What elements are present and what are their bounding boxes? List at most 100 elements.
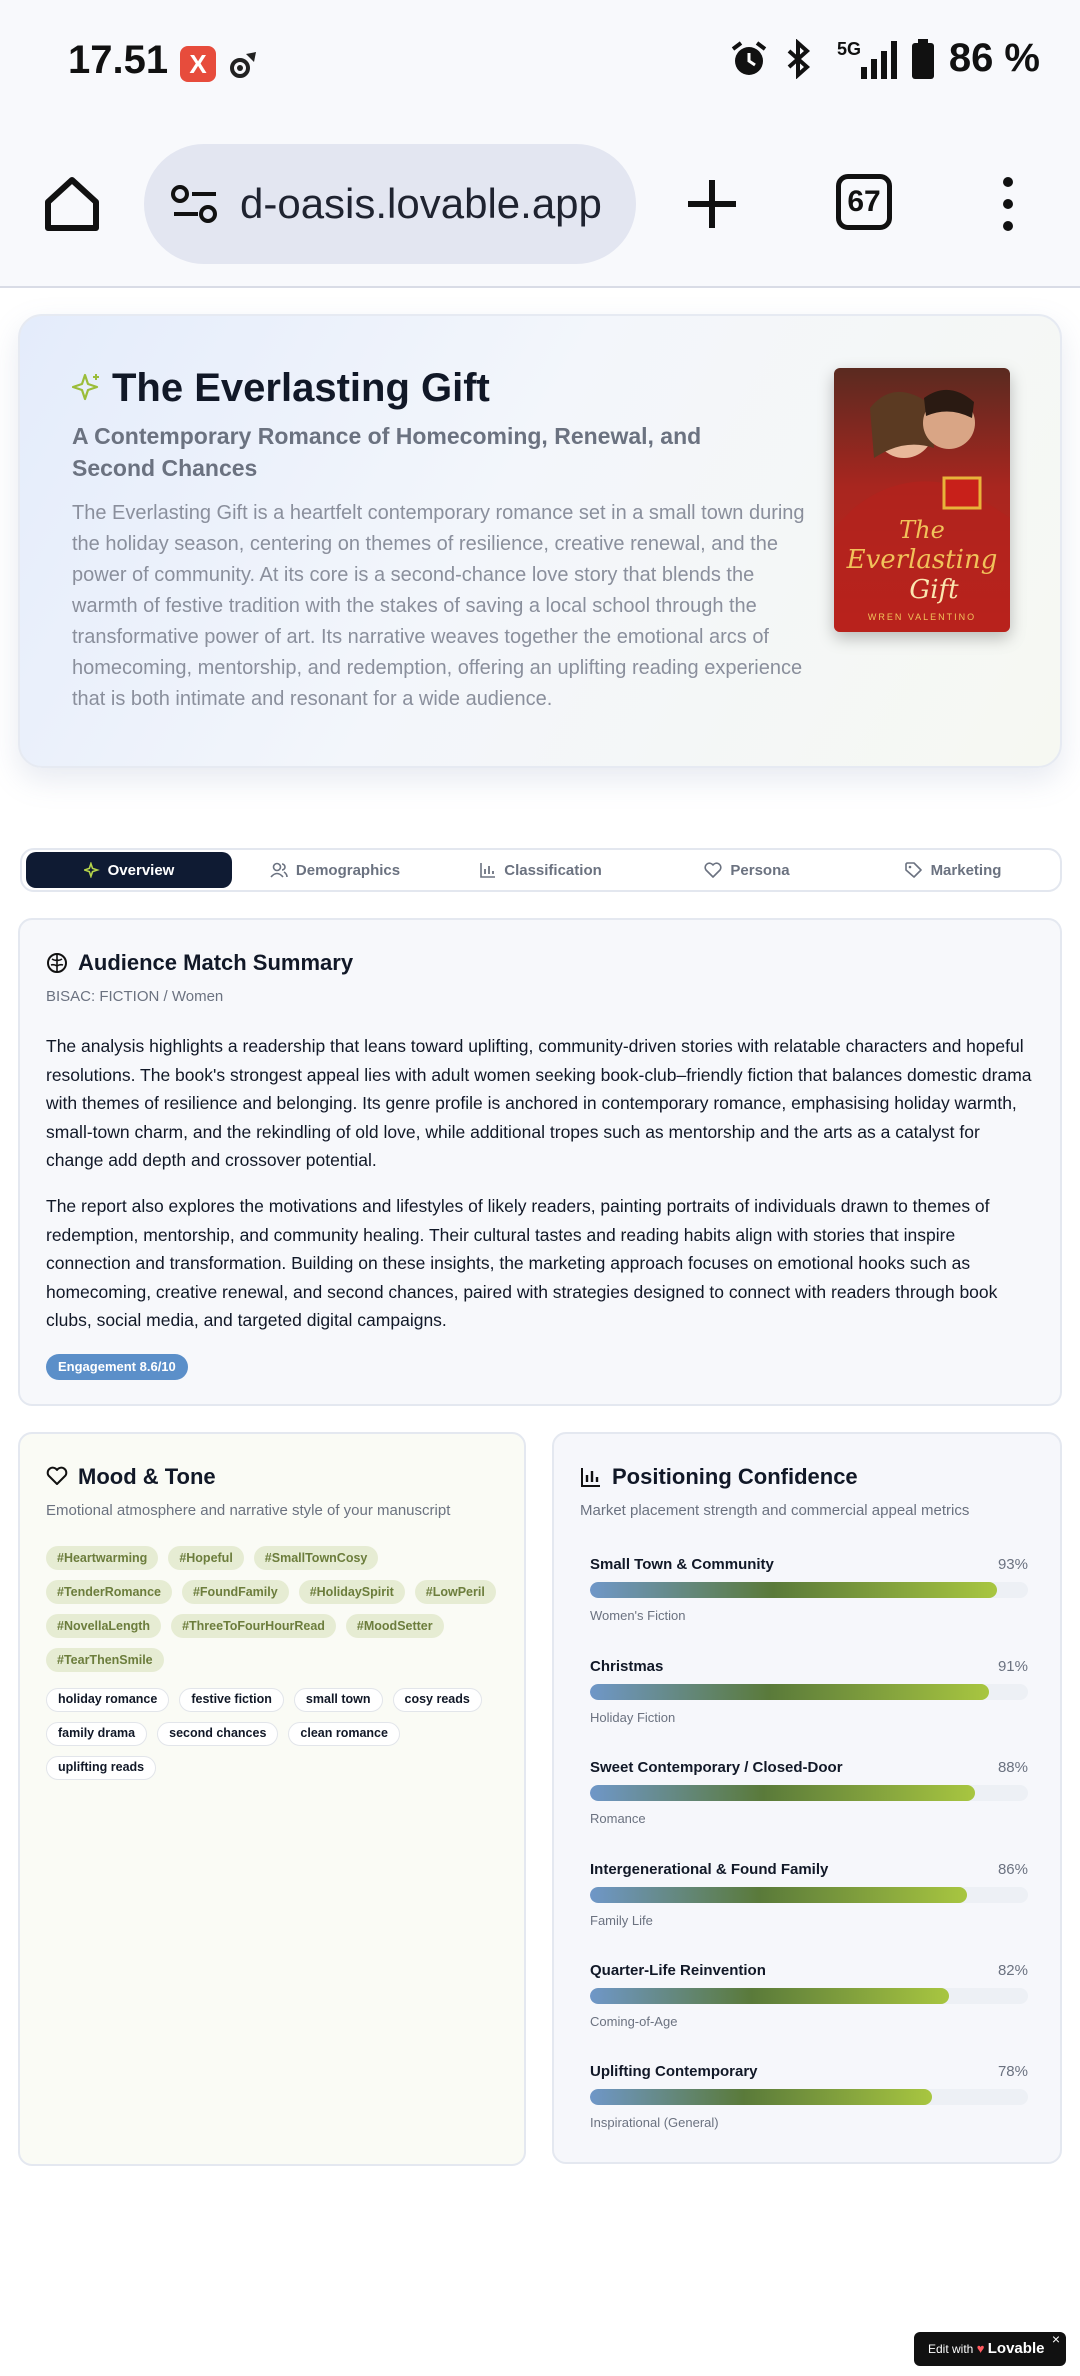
status-bar: 17.51 X 5G 86 % <box>0 0 1080 128</box>
tab-classification[interactable]: Classification <box>438 852 644 888</box>
tab-persona[interactable]: Persona <box>644 852 850 888</box>
new-tab-icon[interactable] <box>686 178 738 230</box>
hashtag: #Heartwarming <box>46 1546 159 1570</box>
positioning-title: Positioning Confidence <box>612 1464 858 1489</box>
book-subtitle: A Contemporary Romance of Homecoming, Re… <box>72 423 702 481</box>
progress-track <box>590 1684 1028 1700</box>
bar-chart-icon <box>581 1468 600 1487</box>
home-icon[interactable] <box>40 172 104 236</box>
site-settings-icon[interactable] <box>170 184 220 224</box>
hashtag: #TearThenSmile <box>46 1648 164 1672</box>
keyword-tag: clean romance <box>288 1722 400 1746</box>
tab-label: Marketing <box>930 861 1002 879</box>
positioning-category: Romance <box>590 1811 646 1826</box>
tab-marketing[interactable]: Marketing <box>850 852 1056 888</box>
progress-fill <box>590 1684 989 1700</box>
heart-icon <box>46 1466 68 1485</box>
alarm-icon <box>731 40 767 75</box>
progress-track <box>590 2089 1028 2105</box>
tag-icon <box>904 862 922 878</box>
url-text[interactable]: d-oasis.lovable.app <box>240 180 620 228</box>
keyword-tag: second chances <box>157 1722 279 1746</box>
svg-text:WREN VALENTINO: WREN VALENTINO <box>868 612 976 622</box>
positioning-item: Small Town & Community 93% Women's Ficti… <box>590 1556 1028 1623</box>
book-description: The Everlasting Gift is a heartfelt cont… <box>72 502 805 710</box>
positioning-percent: 82% <box>997 1962 1028 1979</box>
svg-text:Gift: Gift <box>909 575 959 605</box>
positioning-category: Family Life <box>590 1913 653 1928</box>
positioning-label: Sweet Contemporary / Closed-Door <box>590 1759 843 1776</box>
positioning-confidence-card: Positioning Confidence Market placement … <box>552 1432 1062 2164</box>
progress-track <box>590 1887 1028 1903</box>
progress-fill <box>590 1988 950 2004</box>
positioning-item: Intergenerational & Found Family 86% Fam… <box>590 1861 1028 1928</box>
x-app-icon: X <box>180 46 216 82</box>
battery-icon <box>911 38 934 79</box>
positioning-category: Holiday Fiction <box>590 1710 676 1725</box>
positioning-item: Quarter-Life Reinvention 82% Coming-of-A… <box>590 1962 1028 2029</box>
audience-summary-card: Audience Match Summary BISAC: FICTION / … <box>18 918 1062 1406</box>
positioning-percent: 93% <box>997 1556 1028 1573</box>
status-right: 5G 86 % <box>729 36 1040 81</box>
hashtag: #MoodSetter <box>345 1614 444 1638</box>
url-bar[interactable]: d-oasis.lovable.app <box>144 144 636 264</box>
progress-track <box>590 1988 1028 2004</box>
positioning-item: Uplifting Contemporary 78% Inspirational… <box>590 2063 1028 2130</box>
more-menu-icon[interactable] <box>996 176 1020 232</box>
positioning-category: Coming-of-Age <box>590 2014 678 2029</box>
heart-logo-icon: ♥ <box>976 2341 985 2356</box>
mood-subtitle: Emotional atmosphere and narrative style… <box>46 1502 451 1519</box>
progress-fill <box>590 1887 967 1903</box>
book-cover-image: The Everlasting Gift WREN VALENTINO <box>834 368 1010 632</box>
hashtag: #TenderRomance <box>46 1580 172 1604</box>
positioning-percent: 88% <box>997 1759 1028 1776</box>
status-time: 17.51 <box>68 38 169 82</box>
hashtag: #LowPeril <box>414 1580 496 1604</box>
sparkle-icon <box>83 862 100 878</box>
signal-5g-icon: 5G <box>837 39 897 79</box>
hashtag: #FoundFamily <box>181 1580 289 1604</box>
engagement-badge: Engagement 8.6/10 <box>46 1354 188 1380</box>
positioning-percent: 78% <box>997 2063 1028 2080</box>
progress-fill <box>590 2089 932 2105</box>
bar-chart-icon <box>480 863 496 878</box>
positioning-percent: 86% <box>997 1861 1028 1878</box>
hashtag: #SmallTownCosy <box>253 1546 379 1570</box>
positioning-label: Christmas <box>590 1658 664 1675</box>
tab-switcher-button[interactable]: 67 <box>836 174 892 230</box>
progress-track <box>590 1582 1028 1598</box>
keyword-list: holiday romance festive fiction small to… <box>46 1688 506 1780</box>
positioning-category: Inspirational (General) <box>590 2115 719 2130</box>
positioning-item: Christmas 91% Holiday Fiction <box>590 1658 1028 1725</box>
tab-label: Demographics <box>295 861 401 879</box>
edit-with-lovable-badge[interactable]: Edit with ♥ Lovable × <box>914 2331 1066 2366</box>
summary-paragraph-1: The analysis highlights a readership tha… <box>46 1036 1032 1170</box>
keyword-tag: family drama <box>46 1722 148 1746</box>
keyword-tag: uplifting reads <box>46 1756 157 1780</box>
bluetooth-icon <box>787 38 810 79</box>
brain-icon <box>47 953 67 973</box>
summary-title: Audience Match Summary <box>78 950 354 975</box>
positioning-category: Women's Fiction <box>590 1608 686 1623</box>
book-hero-card: The Everlasting Gift A Contemporary Roma… <box>18 314 1062 768</box>
tab-label: Overview <box>107 861 175 879</box>
svg-text:Everlasting: Everlasting <box>846 545 998 575</box>
badge-prefix: Edit with <box>928 2342 974 2356</box>
positioning-label: Uplifting Contemporary <box>590 2063 758 2080</box>
users-icon <box>270 862 288 878</box>
positioning-label: Quarter-Life Reinvention <box>590 1962 766 1979</box>
positioning-percent: 91% <box>997 1658 1028 1675</box>
tab-label: Persona <box>730 861 790 879</box>
keyword-tag: cosy reads <box>392 1688 482 1712</box>
svg-text:The: The <box>899 516 945 544</box>
tab-demographics[interactable]: Demographics <box>232 852 438 888</box>
sparkle-icon <box>72 373 99 401</box>
section-tabs: Overview Demographics Classification Per… <box>20 848 1062 892</box>
progress-fill <box>590 1785 976 1801</box>
tab-overview[interactable]: Overview <box>26 852 232 888</box>
close-icon[interactable]: × <box>1052 2322 1060 2356</box>
keyword-tag: holiday romance <box>46 1688 170 1712</box>
summary-paragraph-2: The report also explores the motivations… <box>46 1196 998 1330</box>
positioning-label: Intergenerational & Found Family <box>590 1861 829 1878</box>
keyword-tag: festive fiction <box>179 1688 284 1712</box>
